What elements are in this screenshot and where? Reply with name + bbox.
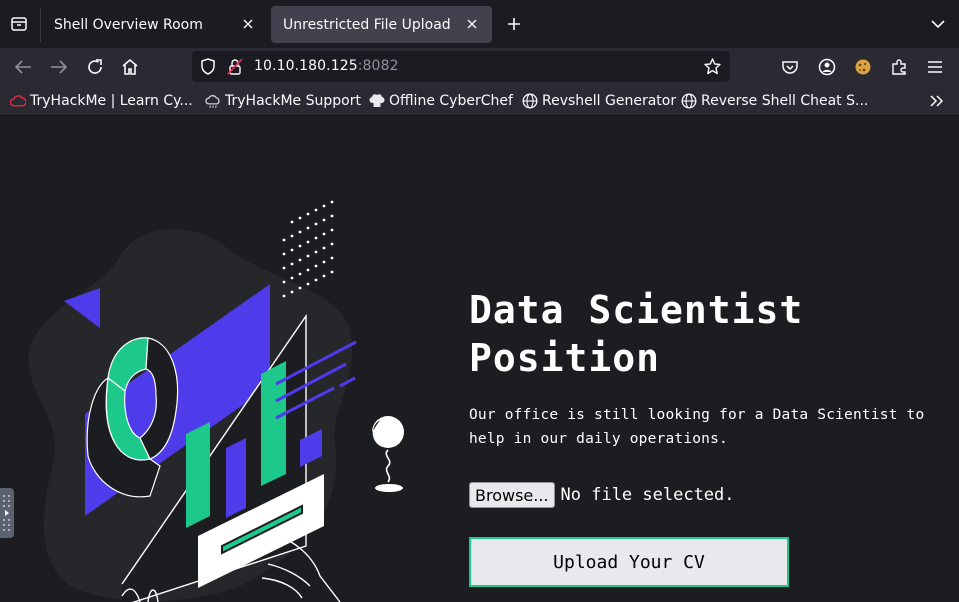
upload-cv-button[interactable]: Upload Your CV bbox=[469, 537, 789, 587]
side-panel-handle[interactable] bbox=[0, 488, 14, 538]
bookmark-star-icon[interactable] bbox=[704, 58, 721, 75]
support-cloud-icon bbox=[205, 93, 221, 109]
page-content: Data Scientist Position Our office is st… bbox=[0, 116, 959, 602]
page-title-line1: Data Scientist bbox=[469, 288, 804, 332]
page-description: Our office is still looking for a Data S… bbox=[469, 407, 925, 447]
cookie-extension-button[interactable] bbox=[851, 55, 875, 79]
tab-bar: Shell Overview Room Unrestricted File Up… bbox=[0, 0, 959, 48]
tryhackme-icon bbox=[10, 93, 26, 109]
shield-icon[interactable] bbox=[200, 58, 216, 75]
tab-list-button[interactable] bbox=[8, 12, 30, 36]
bookmark-tryhackme[interactable]: TryHackMe | Learn Cy... bbox=[10, 91, 193, 111]
puzzle-icon bbox=[892, 59, 906, 75]
account-button[interactable] bbox=[815, 55, 839, 79]
bookmark-revshell-generator[interactable]: Revshell Generator bbox=[522, 91, 676, 111]
page-title: Data Scientist Position bbox=[469, 286, 939, 382]
globe-icon bbox=[681, 93, 697, 109]
tab-label: Unrestricted File Upload bbox=[283, 16, 451, 33]
bookmark-label: TryHackMe Support bbox=[225, 93, 361, 109]
page-title-line2: Position bbox=[469, 336, 661, 380]
back-button[interactable] bbox=[11, 55, 35, 79]
arrow-left-icon bbox=[14, 60, 31, 74]
reload-button[interactable] bbox=[83, 55, 107, 79]
close-tab-icon[interactable] bbox=[240, 16, 256, 32]
bookmark-label: Offline CyberChef bbox=[389, 93, 513, 109]
extensions-button[interactable] bbox=[887, 55, 911, 79]
home-icon bbox=[122, 58, 138, 75]
double-chevron-right-icon bbox=[930, 95, 944, 107]
tab-label: Shell Overview Room bbox=[54, 16, 203, 33]
cookie-icon bbox=[855, 59, 871, 75]
account-icon bbox=[818, 58, 836, 76]
new-tab-button[interactable] bbox=[505, 14, 523, 34]
tab-list-icon bbox=[11, 17, 27, 31]
bookmarks-overflow-button[interactable] bbox=[929, 91, 945, 111]
tab-separator bbox=[40, 8, 41, 42]
url-host: 10.10.180.125 bbox=[254, 58, 358, 74]
browse-button[interactable]: Browse... bbox=[469, 482, 555, 508]
bookmarks-toolbar: TryHackMe | Learn Cy... TryHackMe Suppor… bbox=[0, 86, 959, 116]
navigation-toolbar: 10.10.180.125:8082 bbox=[0, 48, 959, 86]
tab-unrestricted-file-upload[interactable]: Unrestricted File Upload bbox=[271, 6, 492, 43]
app-menu-button[interactable] bbox=[923, 55, 947, 79]
bookmark-label: Revshell Generator bbox=[542, 93, 677, 109]
home-button[interactable] bbox=[118, 55, 142, 79]
insecure-lock-icon[interactable] bbox=[227, 58, 243, 75]
bookmark-label: TryHackMe | Learn Cy... bbox=[30, 93, 193, 109]
hamburger-menu-icon bbox=[928, 61, 942, 73]
chef-hat-icon bbox=[369, 93, 385, 109]
plus-icon bbox=[508, 18, 520, 30]
forward-button[interactable] bbox=[47, 55, 71, 79]
url-port: :8082 bbox=[357, 58, 399, 74]
tab-shell-overview[interactable]: Shell Overview Room bbox=[42, 6, 268, 43]
bookmark-offline-cyberchef[interactable]: Offline CyberChef bbox=[369, 91, 513, 111]
url-bar[interactable]: 10.10.180.125:8082 bbox=[192, 51, 730, 82]
file-input[interactable]: Browse... No file selected. bbox=[469, 482, 735, 508]
pocket-button[interactable] bbox=[778, 55, 802, 79]
drag-handle-icon bbox=[3, 495, 10, 531]
url-text[interactable]: 10.10.180.125:8082 bbox=[254, 58, 399, 74]
list-all-tabs-button[interactable] bbox=[929, 14, 947, 34]
pocket-icon bbox=[782, 61, 798, 74]
globe-icon bbox=[522, 93, 538, 109]
bookmark-label: Reverse Shell Cheat S... bbox=[701, 93, 869, 109]
file-status-text: No file selected. bbox=[560, 485, 735, 505]
data-scientist-illustration bbox=[28, 200, 404, 602]
chevron-down-icon bbox=[931, 20, 945, 29]
bookmark-tryhackme-support[interactable]: TryHackMe Support bbox=[205, 91, 361, 111]
arrow-right-icon bbox=[51, 60, 68, 74]
reload-icon bbox=[88, 59, 102, 74]
bookmark-reverse-shell-cheat-sheet[interactable]: Reverse Shell Cheat S... bbox=[681, 91, 868, 111]
close-tab-icon[interactable] bbox=[464, 16, 480, 32]
